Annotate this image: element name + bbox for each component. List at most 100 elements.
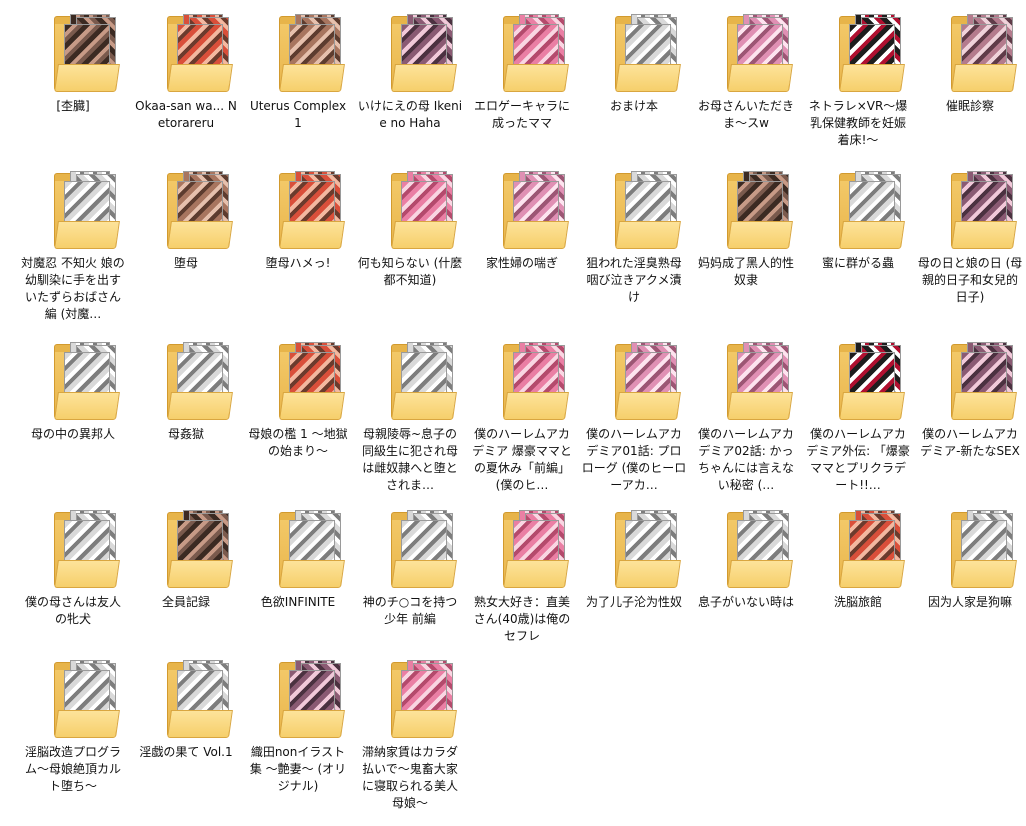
folder-name: 僕のハーレムアカデミア-新たなSEX [920,427,1020,458]
folder-item[interactable]: 淫脳改造プログラム～母娘絶頂カルト堕ち～ [20,660,126,826]
folder-item[interactable]: [杢臓] [20,14,126,180]
folder-name: [杢臓] [56,99,90,113]
folder-front-shape [279,710,345,738]
folder-icon [167,171,233,249]
folder-item[interactable]: 堕母 [133,171,239,337]
folder-item[interactable]: 因为人家是狗嘛 [917,510,1023,676]
folder-icon [951,171,1017,249]
folder-icon [54,510,120,588]
folder-item[interactable]: 催眠診察 [917,14,1023,180]
folder-icon [391,14,457,92]
folder-icon [839,171,905,249]
folder-name: Uterus Complex 1 [249,99,347,130]
folder-item[interactable]: 为了儿子沦为性奴 [581,510,687,676]
folder-front-shape [54,64,120,92]
folder-front-shape [727,392,793,420]
folder-icon [391,510,457,588]
folder-item[interactable]: 洗脳旅館 [805,510,911,676]
folder-name: 息子がいない時は [697,595,794,609]
folder-name: 淫脳改造プログラム～母娘絶頂カルト堕ち～ [24,745,121,793]
folder-item[interactable]: いけにえの母 Ikenie no Haha [357,14,463,180]
folder-item[interactable]: 妈妈成了黑人的性奴隶 [693,171,799,337]
folder-item[interactable]: Okaa-san wa... Netorareru [133,14,239,180]
folder-name: 熟女大好き：直美さん(40歳)は俺のセフレ [473,595,571,643]
folder-item[interactable]: 僕のハーレムアカデミア-新たなSEX [917,342,1023,508]
folder-item[interactable]: 淫戯の果て Vol.1 [133,660,239,826]
folder-front-shape [54,221,120,249]
folder-icon [727,171,793,249]
folder-icon [54,14,120,92]
folder-icon [279,510,345,588]
folder-name: 淫戯の果て Vol.1 [139,745,233,759]
folder-icon [391,342,457,420]
folder-item[interactable]: 蜜に群がる蟲 [805,171,911,337]
folder-icon [54,342,120,420]
folder-item[interactable]: 色欲INFINITE [245,510,351,676]
folder-name: 僕のハーレムアカデミア01話: プロローグ (僕のヒーローアカ… [581,427,687,492]
folder-name: 僕のハーレムアカデミア02話: かっちゃんには言えない秘密 (… [697,427,794,492]
folder-item[interactable]: 家性婦の喘ぎ [469,171,575,337]
folder-item[interactable]: 母娘の檻 1 ～地獄の始まり～ [245,342,351,508]
folder-item[interactable]: おまけ本 [581,14,687,180]
folder-item[interactable]: 僕の母さんは友人の牝犬 [20,510,126,676]
folder-name: 神のチ○コを持つ少年 前編 [362,595,458,626]
folder-item[interactable]: 僕のハーレムアカデミア01話: プロローグ (僕のヒーローアカ… [581,342,687,508]
folder-front-shape [391,64,457,92]
folder-name: 色欲INFINITE [260,595,336,609]
folder-name: 僕のハーレムアカデミア 爆豪ママとの夏休み「前編」 (僕のヒ… [472,427,572,492]
folder-item[interactable]: 僕のハーレムアカデミア02話: かっちゃんには言えない秘密 (… [693,342,799,508]
folder-item[interactable]: エロゲーキャラに成ったママ [469,14,575,180]
folder-name: 母姦獄 [167,427,204,441]
folder-item[interactable]: 滞納家賃はカラダ払いで～鬼畜大家に寝取られる美人母娘～ [357,660,463,826]
folder-front-shape [951,560,1017,588]
folder-item[interactable]: 母姦獄 [133,342,239,508]
folder-icon [503,171,569,249]
folder-name: 蜜に群がる蟲 [821,256,894,270]
folder-icon [279,14,345,92]
folder-front-shape [391,392,457,420]
folder-item[interactable]: 母親陵辱~息子の同級生に犯され母は雌奴隷へと堕とされま… [357,342,463,508]
folder-item[interactable]: 狙われた淫臭熟母 咽び泣きアクメ漬け [581,171,687,337]
folder-icon [279,342,345,420]
folder-item[interactable]: ネトラレ×VR～爆乳保健教師を妊娠着床!～ [805,14,911,180]
folder-item[interactable]: 堕母ハメっ! [245,171,351,337]
folder-icon [727,342,793,420]
folder-name: 滞納家賃はカラダ払いで～鬼畜大家に寝取られる美人母娘～ [361,745,458,810]
folder-item[interactable]: 織田nonイラスト集 ～艶妻～ (オリジナル) [245,660,351,826]
folder-icon [54,660,120,738]
folder-item[interactable]: 何も知らない (什麼都不知道) [357,171,463,337]
folder-item[interactable]: 僕のハーレムアカデミア外伝: 「爆豪ママとプリクラデート!!… [805,342,911,508]
folder-item[interactable]: 母の中の異邦人 [20,342,126,508]
folder-front-shape [503,560,569,588]
folder-item[interactable]: Uterus Complex 1 [245,14,351,180]
folder-name: Okaa-san wa... Netorareru [135,99,237,130]
folder-name: 対魔忍 不知火 娘の幼馴染に手を出すいたずらおばさん編 (対魔… [21,256,125,321]
folder-name: 洗脳旅館 [833,595,882,609]
folder-name: エロゲーキャラに成ったママ [473,99,570,130]
folder-name: 狙われた淫臭熟母 咽び泣きアクメ漬け [586,256,682,304]
folder-item[interactable]: 息子がいない時は [693,510,799,676]
folder-icon [279,660,345,738]
folder-item[interactable]: 全員記録 [133,510,239,676]
folder-item[interactable]: お母さんいただきま～スw [693,14,799,180]
folder-icon [167,660,233,738]
folder-front-shape [727,64,793,92]
folder-icon [615,342,681,420]
folder-name: 全員記録 [161,595,210,609]
folder-name: 妈妈成了黑人的性奴隶 [697,256,794,287]
folder-front-shape [615,64,681,92]
folder-front-shape [279,560,345,588]
folder-name: お母さんいただきま～スw [697,99,794,130]
folder-item[interactable]: 神のチ○コを持つ少年 前編 [357,510,463,676]
folder-name: 家性婦の喘ぎ [485,256,558,270]
folder-icon [279,171,345,249]
folder-item[interactable]: 対魔忍 不知火 娘の幼馴染に手を出すいたずらおばさん編 (対魔… [20,171,126,337]
folder-grid: [杢臓] Okaa-san wa... Netorareru Uterus Comp… [0,0,1026,821]
folder-item[interactable]: 母の日と娘の日 (母親的日子和女兒的日子) [917,171,1023,337]
folder-front-shape [839,560,905,588]
folder-name: 催眠診察 [945,99,994,113]
folder-item[interactable]: 熟女大好き：直美さん(40歳)は俺のセフレ [469,510,575,676]
folder-item[interactable]: 僕のハーレムアカデミア 爆豪ママとの夏休み「前編」 (僕のヒ… [469,342,575,508]
folder-front-shape [727,221,793,249]
folder-front-shape [279,392,345,420]
